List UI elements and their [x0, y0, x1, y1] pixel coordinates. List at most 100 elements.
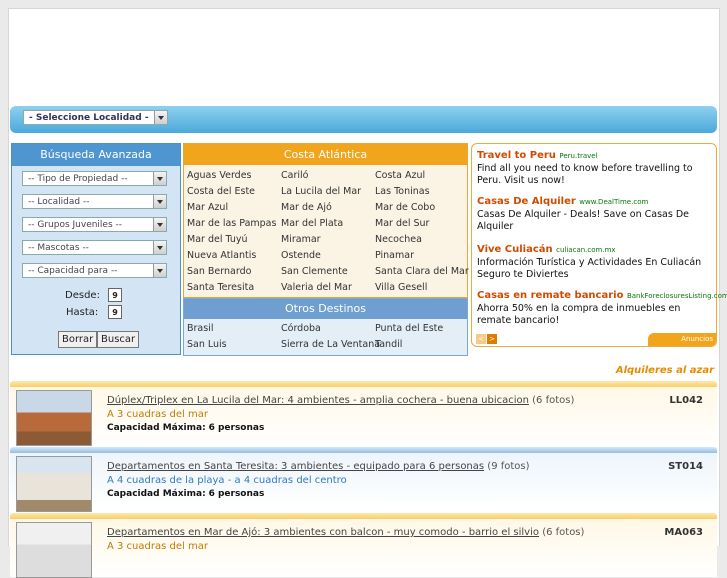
listing-title-link[interactable]: Departamentos en Mar de Ajó: 3 ambientes… — [107, 527, 539, 538]
destination-link[interactable]: Nueva Atlantis — [187, 248, 281, 264]
destination-link[interactable]: Brasil — [187, 321, 281, 337]
ad-title[interactable]: Casas De Alquiler — [477, 196, 576, 207]
destination-link[interactable]: La Lucila del Mar — [281, 184, 375, 200]
listing-card: Departamentos en Santa Teresita: 3 ambie… — [10, 447, 717, 512]
ad-item[interactable]: Travel to Peru Peru.travel Find all you … — [477, 150, 713, 187]
destination-link[interactable]: Valeria del Mar — [281, 280, 375, 296]
capacity-value: 6 personas — [208, 423, 265, 433]
destination-link[interactable]: Costa del Este — [187, 184, 281, 200]
destination-link[interactable]: Mar del Plata — [281, 216, 375, 232]
ad-domain[interactable]: www.DealTime.com — [579, 198, 648, 206]
destination-link[interactable]: Costa Azul — [375, 168, 469, 184]
destination-link[interactable]: Santa Teresita — [187, 280, 281, 296]
ad-domain[interactable]: BankForeclosuresListing.com — [627, 292, 727, 300]
pets-select[interactable]: -- Mascotas -- — [22, 240, 167, 255]
ad-domain[interactable]: Peru.travel — [559, 152, 597, 160]
search-button[interactable]: Buscar — [97, 331, 140, 348]
listing-title-link[interactable]: Departamentos en Santa Teresita: 3 ambie… — [107, 461, 484, 472]
destination-link[interactable]: Villa Gesell — [375, 280, 469, 296]
google-ads-panel: Travel to Peru Peru.travel Find all you … — [471, 143, 727, 357]
listing-location: A 3 cuadras del mar — [107, 409, 208, 420]
listing-location: A 3 cuadras del mar — [107, 541, 208, 552]
locality-bar: - Seleccione Localidad - — [10, 106, 717, 133]
destination-link[interactable]: Cariló — [281, 168, 375, 184]
capacity-label: Capacidad Máxima: — [107, 489, 206, 499]
destination-link[interactable]: San Clemente — [281, 264, 375, 280]
locality-filter-select[interactable]: -- Localidad -- — [22, 194, 167, 209]
youth-groups-value: -- Grupos Juveniles -- — [28, 220, 123, 230]
otros-destinos-title: Otros Destinos — [184, 299, 467, 319]
chevron-down-icon — [153, 241, 166, 254]
calendar-icon[interactable]: 9 — [108, 305, 122, 319]
ad-description: Información Turística y Actividades En C… — [477, 257, 702, 280]
ad-item[interactable]: Casas De Alquiler www.DealTime.com Casas… — [477, 196, 713, 233]
destination-link[interactable]: Punta del Este — [375, 321, 469, 337]
ad-title[interactable]: Casas en remate bancario — [477, 290, 623, 301]
listing-card: Departamentos en Mar de Ajó: 3 ambientes… — [10, 513, 717, 578]
desde-label: Desde: — [65, 290, 100, 301]
destination-link[interactable]: Ostende — [281, 248, 375, 264]
ad-domain[interactable]: culiacan.com.mx — [556, 246, 615, 254]
listing-location: A 4 cuadras de la playa - a 4 cuadras de… — [107, 475, 347, 486]
ad-title[interactable]: Vive Culiacán — [477, 244, 553, 255]
listing-photo-count: (6 fotos) — [542, 527, 585, 538]
ads-nav: < > — [476, 333, 498, 344]
destination-link[interactable]: Miramar — [281, 232, 375, 248]
listing-code: MA063 — [664, 527, 703, 538]
ad-item[interactable]: Vive Culiacán culiacan.com.mx Informació… — [477, 244, 713, 281]
locality-select[interactable]: - Seleccione Localidad - — [23, 110, 168, 125]
destination-link[interactable]: Sierra de La Ventana — [281, 337, 380, 353]
destination-link[interactable]: Mar de Ajó — [281, 200, 375, 216]
ads-by-google-badge[interactable]: Anuncios Google — [648, 333, 716, 357]
listing-photo-count: (9 fotos) — [487, 461, 530, 472]
listing-photo[interactable] — [16, 456, 92, 512]
chevron-down-icon — [153, 172, 166, 185]
listing-card: Dúplex/Triplex en La Lucila del Mar: 4 a… — [10, 381, 717, 446]
youth-groups-select[interactable]: -- Grupos Juveniles -- — [22, 217, 167, 232]
capacity-value: 6 personas — [208, 489, 265, 499]
listing-body: Departamentos en Santa Teresita: 3 ambie… — [10, 453, 717, 512]
destination-link[interactable]: Mar de las Pampas — [187, 216, 281, 232]
chevron-down-icon — [154, 111, 167, 124]
destination-link[interactable]: Tandil — [375, 337, 469, 353]
property-type-select[interactable]: -- Tipo de Propiedad -- — [22, 171, 167, 186]
locality-select-value: - Seleccione Localidad - — [29, 113, 149, 123]
listing-body: Departamentos en Mar de Ajó: 3 ambientes… — [10, 519, 717, 578]
ad-description: Ahorra 50% en la compra de inmuebles en … — [477, 303, 681, 326]
clear-button[interactable]: Borrar — [58, 331, 98, 348]
otros-destinos-panel: Otros Destinos Brasil Córdoba Punta del … — [183, 298, 468, 356]
ad-title[interactable]: Travel to Peru — [477, 150, 556, 161]
destination-link[interactable]: Santa Clara del Mar — [375, 264, 469, 280]
capacity-label: Capacidad Máxima: — [107, 423, 206, 433]
listing-title-link[interactable]: Dúplex/Triplex en La Lucila del Mar: 4 a… — [107, 395, 529, 406]
costa-atlantica-title: Costa Atlántica — [184, 144, 467, 165]
listing-photo-count: (6 fotos) — [532, 395, 575, 406]
destination-link[interactable]: San Bernardo — [187, 264, 281, 280]
prev-arrow-icon[interactable]: < — [476, 334, 486, 344]
next-arrow-icon[interactable]: > — [487, 334, 497, 344]
destination-link[interactable]: Las Toninas — [375, 184, 469, 200]
destination-link[interactable]: Mar del Tuyú — [187, 232, 281, 248]
otros-destinations-grid: Brasil Córdoba Punta del Este San Luis S… — [184, 319, 467, 353]
destination-link[interactable]: Pinamar — [375, 248, 469, 264]
ads-badge-prefix: Anuncios — [681, 335, 713, 343]
destination-link[interactable]: Aguas Verdes — [187, 168, 281, 184]
google-logo: Google — [677, 347, 713, 357]
listing-photo[interactable] — [16, 390, 92, 446]
destination-link[interactable]: Necochea — [375, 232, 469, 248]
property-type-value: -- Tipo de Propiedad -- — [28, 174, 128, 184]
chevron-down-icon — [153, 218, 166, 231]
random-rentals-label: Alquileres al azar — [615, 365, 714, 376]
pets-value: -- Mascotas -- — [28, 243, 89, 253]
costa-destinations-grid: Aguas Verdes Cariló Costa Azul Costa del… — [184, 165, 469, 296]
destination-link[interactable]: Mar Azul — [187, 200, 281, 216]
destination-link[interactable]: San Luis — [187, 337, 281, 353]
destination-link[interactable]: Córdoba — [281, 321, 375, 337]
destination-link[interactable]: Mar del Sur — [375, 216, 469, 232]
listing-photo[interactable] — [16, 522, 92, 578]
calendar-icon[interactable]: 9 — [108, 288, 122, 302]
chevron-down-icon — [153, 264, 166, 277]
capacity-select[interactable]: -- Capacidad para -- — [22, 263, 167, 278]
ad-item[interactable]: Casas en remate bancario BankForeclosure… — [477, 290, 727, 327]
destination-link[interactable]: Mar de Cobo — [375, 200, 469, 216]
